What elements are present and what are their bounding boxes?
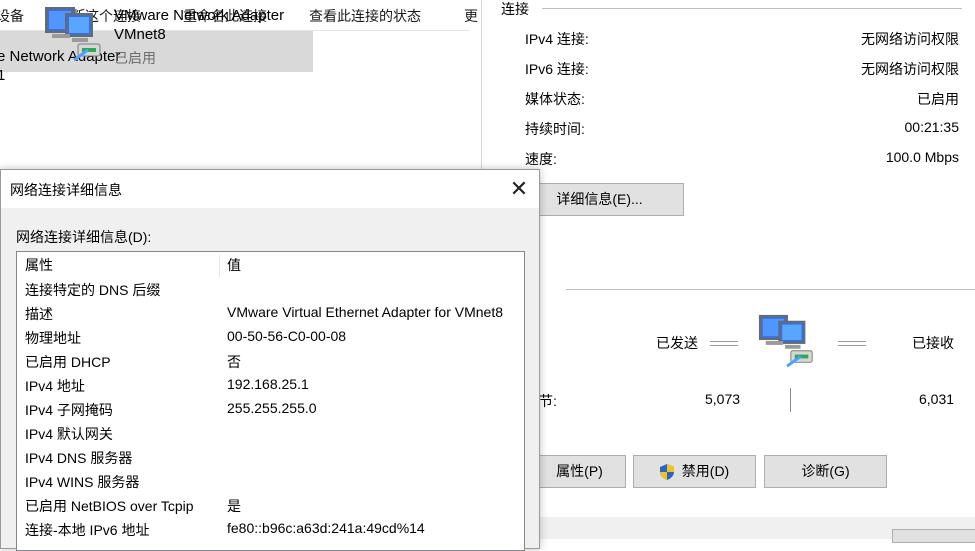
property-cell: 已启用 DHCP [25,354,111,370]
value-cell: 192.168.25.1 [227,376,309,392]
adapter-item-vmnet8[interactable]: VMware Network Adapter VMnet8 已启用 [0,0,313,72]
bytes-received-value: 6,031 [919,391,955,407]
property-cell: 连接特定的 DNS 后缀 [25,282,161,298]
sent-line [710,341,738,346]
adapter-status: 已启用 [114,50,156,66]
sent-label: 已发送 [656,335,698,351]
table-row[interactable]: 连接特定的 DNS 后缀 [17,277,524,301]
value-cell: 否 [227,354,241,370]
adapter-subname: VMnet8 [114,26,166,43]
table-row[interactable]: IPv4 子网掩码 255.255.255.0 [17,397,524,421]
list-header: 属性 值 [17,252,524,277]
network-connection-details-dialog: 网络连接详细信息 ✕ 网络连接详细信息(D): 属性 值 连接特定的 DNS 后… [0,169,540,551]
details-list[interactable]: 属性 值 连接特定的 DNS 后缀 描述 VMware Virtual Ethe… [16,251,525,551]
properties-button-label: 属性(P) [556,463,603,479]
connection-status-window: 连接 IPv4 连接: 无网络访问权限 IPv6 连接: 无网络访问权限 媒体状… [481,0,975,543]
property-cell: IPv4 DNS 服务器 [25,450,133,466]
ipv4-connectivity-label: IPv4 连接: [525,31,589,47]
property-cell: IPv4 子网掩码 [25,402,113,418]
speed-value: 100.0 Mbps [885,149,959,165]
bytes-label: 节: [539,393,557,409]
details-list-label: 网络连接详细信息(D): [16,229,152,245]
column-header-value[interactable]: 值 [227,255,524,275]
table-row[interactable]: 已启用 NetBIOS over Tcpip 是 [17,493,524,517]
toolbar-item-view-status[interactable]: 查看此连接的状态 [309,6,421,26]
details-button[interactable]: 详细信息(E)... [515,183,684,216]
ipv4-connectivity-value: 无网络访问权限 [861,31,959,47]
uac-shield-icon [660,464,674,480]
value-cell: 00-50-56-C0-00-08 [227,328,347,344]
value-cell: 是 [227,498,241,514]
disable-button-label: 禁用(D) [681,463,730,479]
received-line [838,341,866,346]
toolbar-item-more[interactable]: 更 [464,6,478,26]
group-divider [542,8,962,9]
property-cell: 已启用 NetBIOS over Tcpip [25,498,194,514]
connection-group-label: 连接 [501,1,529,17]
table-row[interactable]: 描述 VMware Virtual Ethernet Adapter for V… [17,301,524,325]
adapter-name: VMware Network Adapter [114,7,285,24]
speed-label: 速度: [525,151,557,167]
dialog-titlebar: 网络连接详细信息 ✕ [1,170,539,208]
value-cell: VMware Virtual Ethernet Adapter for VMne… [227,304,503,320]
table-row[interactable]: 已启用 DHCP 否 [17,349,524,373]
media-state-label: 媒体状态: [525,91,585,107]
diagnose-button[interactable]: 诊断(G) [764,455,887,488]
details-button-label: 详细信息(E)... [556,191,643,207]
table-row[interactable]: IPv4 WINS 服务器 [17,469,524,493]
bytes-sent-value: 5,073 [705,391,741,407]
duration-value: 00:21:35 [904,119,960,135]
disable-button[interactable]: 禁用(D) [633,455,756,488]
network-computers-icon [758,314,813,368]
table-row[interactable]: 物理地址 00-50-56-C0-00-08 [17,325,524,349]
table-row[interactable]: IPv4 DNS 服务器 [17,445,524,469]
close-icon[interactable]: ✕ [504,175,534,203]
ipv6-connectivity-value: 无网络访问权限 [861,61,959,77]
activity-divider [566,289,975,290]
diagnose-button-label: 诊断(G) [801,463,850,479]
table-row[interactable]: IPv4 地址 192.168.25.1 [17,373,524,397]
value-cell: fe80::b96c:a63d:241a:49cd%14 [227,520,425,536]
property-cell: IPv4 WINS 服务器 [25,474,140,490]
value-cell: 255.255.255.0 [227,400,317,416]
dialog-title: 网络连接详细信息 [10,182,122,198]
property-cell: IPv4 默认网关 [25,426,113,442]
column-header-property[interactable]: 属性 [25,255,53,275]
adapter-subname: 1 [0,67,6,84]
toolbar-item-device[interactable]: 设备 [0,6,24,26]
media-state-value: 已启用 [917,91,959,107]
duration-label: 持续时间: [525,121,585,137]
network-computers-icon [45,7,101,62]
ipv6-connectivity-label: IPv6 连接: [525,61,589,77]
property-cell: IPv4 地址 [25,378,85,394]
close-button[interactable] [892,529,975,543]
received-label: 已接收 [912,335,954,351]
property-cell: 物理地址 [25,330,81,346]
table-row[interactable]: 连接-本地 IPv6 地址 fe80::b96c:a63d:241a:49cd%… [17,517,524,541]
bytes-divider [790,388,791,412]
property-cell: 连接-本地 IPv6 地址 [25,522,150,538]
property-cell: 描述 [25,306,53,322]
column-divider[interactable] [219,255,220,277]
table-row[interactable]: IPv4 默认网关 [17,421,524,445]
